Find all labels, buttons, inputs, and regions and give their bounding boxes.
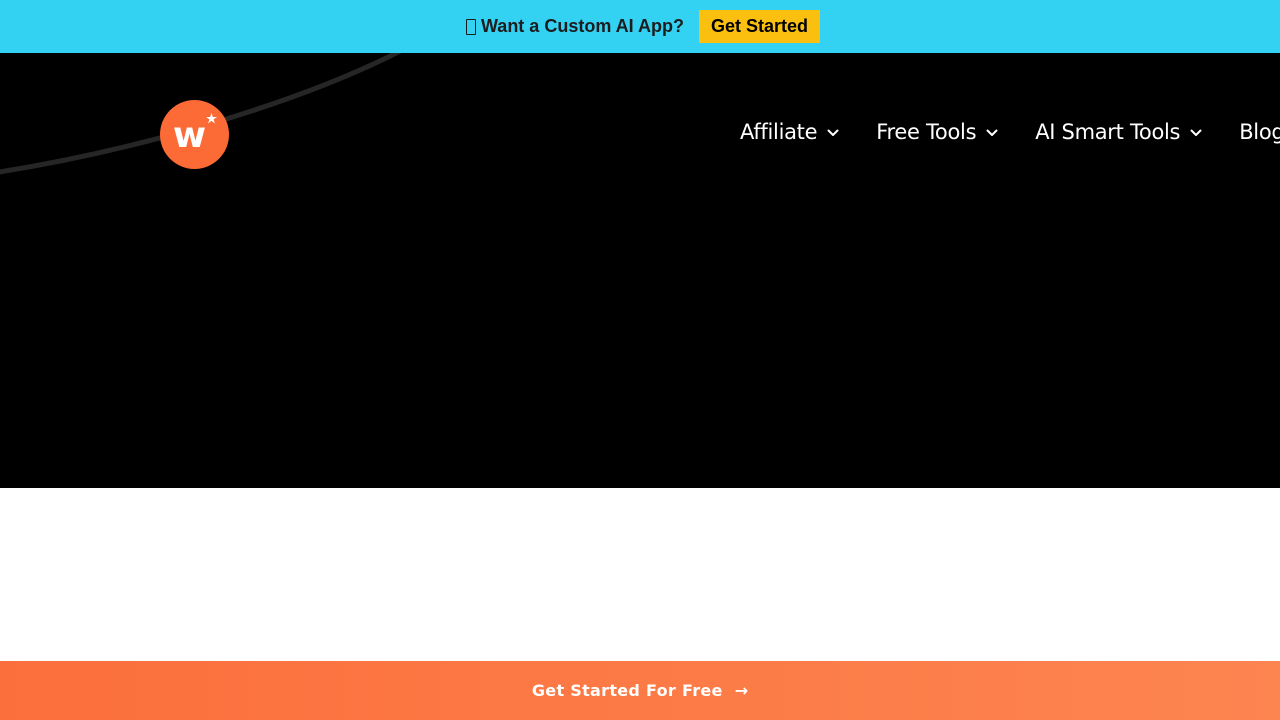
announcement-content: Want a Custom AI App? Get Started	[465, 10, 820, 43]
site-logo[interactable]: w	[160, 100, 229, 169]
chevron-down-icon	[986, 129, 998, 136]
logo-letter: w	[172, 114, 207, 156]
main-nav: Affiliate Free Tools AI Smart Tools Blog	[740, 120, 1280, 144]
nav-item-label: Affiliate	[740, 120, 818, 144]
get-started-button[interactable]: Get Started	[698, 10, 820, 43]
nav-item-label: Blog	[1239, 120, 1280, 144]
missing-glyph-icon	[465, 18, 476, 35]
get-started-free-bar[interactable]: Get Started For Free →	[0, 661, 1280, 720]
announcement-text: Want a Custom AI App?	[480, 16, 684, 36]
nav-item-label: AI Smart Tools	[1035, 120, 1181, 144]
arrow-right-icon: →	[734, 681, 749, 700]
nav-item-blog[interactable]: Blog	[1239, 120, 1280, 144]
nav-item-affiliate[interactable]: Affiliate	[740, 120, 839, 144]
nav-item-free-tools[interactable]: Free Tools	[876, 120, 998, 144]
star-icon	[206, 113, 217, 124]
chevron-down-icon	[1190, 129, 1202, 136]
nav-item-label: Free Tools	[876, 120, 977, 144]
announcement-message: Want a Custom AI App?	[465, 16, 684, 37]
announcement-bar: Want a Custom AI App? Get Started	[0, 0, 1280, 53]
chevron-down-icon	[827, 129, 839, 136]
page-content	[0, 488, 1280, 661]
hero-header: w Affiliate Free Tools AI Smart Tools Bl…	[0, 53, 1280, 488]
nav-item-ai-smart-tools[interactable]: AI Smart Tools	[1035, 120, 1202, 144]
cta-label: Get Started For Free	[531, 681, 723, 700]
